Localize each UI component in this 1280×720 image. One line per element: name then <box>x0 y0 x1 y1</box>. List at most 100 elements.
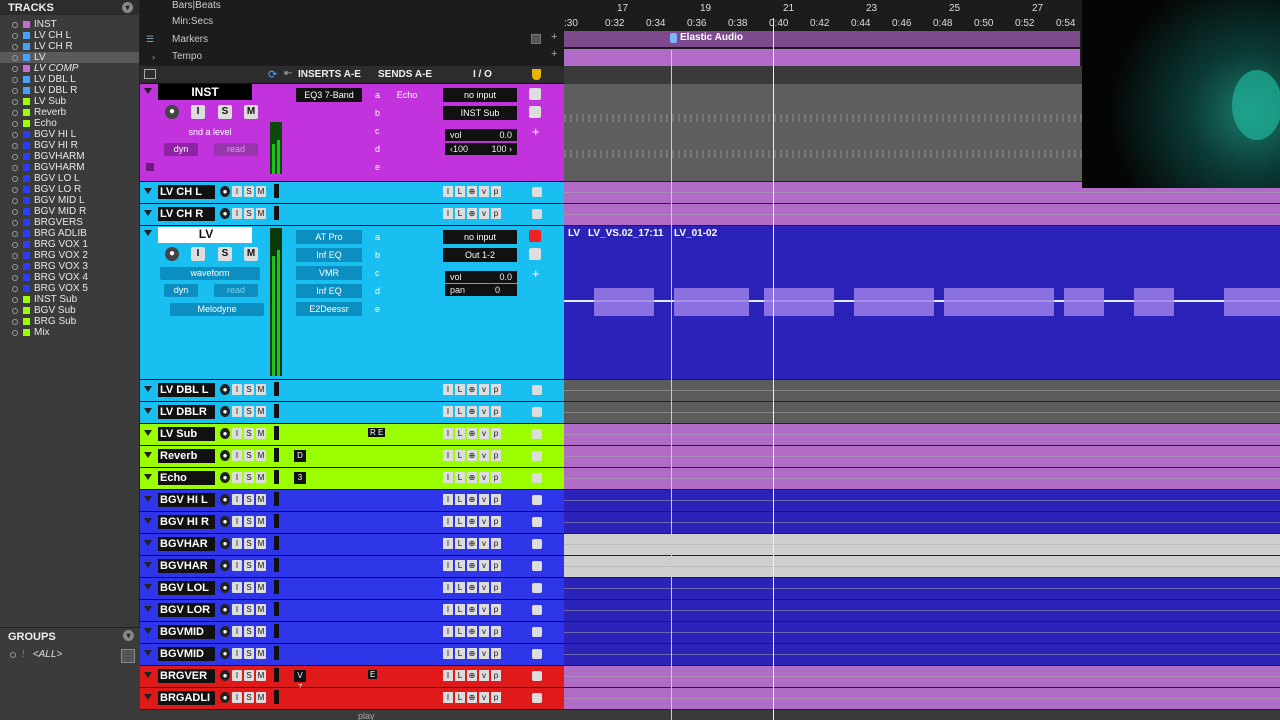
pan-mini[interactable]: ⊕ <box>467 538 477 549</box>
track-name[interactable]: LV CH R <box>158 207 215 221</box>
pan-mini[interactable]: ⊕ <box>467 186 477 197</box>
vol-mini[interactable]: v <box>479 648 489 659</box>
visibility-dot-icon[interactable] <box>12 208 18 215</box>
track-collapse-icon[interactable] <box>144 474 152 480</box>
track-name[interactable]: LV CH L <box>158 185 215 199</box>
track-collapse-icon[interactable] <box>144 606 152 612</box>
track-row[interactable]: BGV HI L ● I S M I L ⊕ v p <box>140 490 1280 512</box>
track-list-item[interactable]: BGV HI L <box>0 129 139 140</box>
insert-slot-a[interactable]: EQ3 7-Band <box>296 88 362 102</box>
track-name[interactable]: LV DBLR <box>158 405 215 419</box>
mute-button[interactable]: M <box>256 648 266 659</box>
automation-mode[interactable]: read <box>214 284 258 297</box>
output-window-icon[interactable] <box>532 517 542 527</box>
track-list-item[interactable]: BRG Sub <box>0 316 139 327</box>
track-name[interactable]: LV DBL L <box>158 383 215 397</box>
record-button[interactable]: ● <box>220 472 230 483</box>
pan-mini[interactable]: ⊕ <box>467 516 477 527</box>
input-mini[interactable]: I <box>443 604 453 615</box>
track-list-item[interactable]: BGV HI R <box>0 140 139 151</box>
solo-button[interactable]: S <box>244 538 254 549</box>
bus-mini[interactable]: L <box>455 428 465 439</box>
marker-label[interactable]: Elastic Audio <box>680 32 743 43</box>
record-button[interactable]: ● <box>220 384 230 395</box>
output-window-icon[interactable] <box>532 583 542 593</box>
mute-button[interactable]: M <box>256 494 266 505</box>
track-row[interactable]: BGV HI R ● I S M I L ⊕ v p <box>140 512 1280 534</box>
insert-mini[interactable]: 3 <box>294 472 306 484</box>
track-list-item[interactable]: BGVHARM <box>0 162 139 173</box>
visibility-dot-icon[interactable] <box>12 197 18 204</box>
volume-readout[interactable]: vol 0.0 <box>445 129 517 141</box>
input-monitor-button[interactable]: I <box>232 582 242 593</box>
track-list-item[interactable]: Reverb <box>0 107 139 118</box>
pan-mode-mini[interactable]: p <box>491 186 501 197</box>
input-monitor-button[interactable]: I <box>232 406 242 417</box>
mute-button[interactable]: M <box>256 186 266 197</box>
track-list-item[interactable]: BGV LO L <box>0 173 139 184</box>
track-row[interactable]: LV DBLR ● I S M I L ⊕ v p <box>140 402 1280 424</box>
insert-slot[interactable]: AT Pro <box>296 230 362 244</box>
plugin-selector[interactable]: Melodyne <box>170 303 264 316</box>
record-button[interactable]: ● <box>220 428 230 439</box>
pan-mode-mini[interactable]: p <box>491 626 501 637</box>
send-slot[interactable]: e <box>375 162 380 172</box>
vol-mini[interactable]: v <box>479 450 489 461</box>
track-collapse-icon[interactable] <box>144 408 152 414</box>
solo-button[interactable]: S <box>244 516 254 527</box>
clip-name[interactable]: LV_01-02 <box>674 228 717 239</box>
track-collapse-icon[interactable] <box>144 562 152 568</box>
grid-icon[interactable] <box>121 649 135 663</box>
send-name[interactable]: Echo <box>384 88 430 102</box>
send-slot-a[interactable]: a <box>375 90 380 100</box>
track-row[interactable]: LV DBL L ● I S M I L ⊕ v p <box>140 380 1280 402</box>
track-collapse-icon[interactable] <box>144 496 152 502</box>
track-name[interactable]: BGV HI L <box>158 493 215 507</box>
view-options-icon[interactable] <box>144 69 156 79</box>
track-list-item[interactable]: LV DBL L <box>0 74 139 85</box>
vol-mini[interactable]: v <box>479 626 489 637</box>
input-mini[interactable]: I <box>443 582 453 593</box>
send-slot[interactable]: b <box>375 108 380 118</box>
track-collapse-icon[interactable] <box>144 188 152 194</box>
pan-mini[interactable]: ⊕ <box>467 648 477 659</box>
visibility-dot-icon[interactable] <box>12 98 18 105</box>
visibility-dot-icon[interactable] <box>12 263 18 270</box>
track-collapse-icon[interactable] <box>144 230 152 236</box>
record-button[interactable]: ● <box>220 626 230 637</box>
input-mini[interactable]: I <box>443 208 453 219</box>
view-selector[interactable]: waveform <box>160 267 260 280</box>
vol-mini[interactable]: v <box>479 560 489 571</box>
pan-mini[interactable]: ⊕ <box>467 384 477 395</box>
vol-mini[interactable]: v <box>479 384 489 395</box>
bus-mini[interactable]: L <box>455 406 465 417</box>
sync-icon[interactable]: ⟳ <box>268 68 277 81</box>
input-monitor-button[interactable]: I <box>232 384 242 395</box>
insert-mini[interactable]: V 7 <box>294 670 306 688</box>
input-mini[interactable]: I <box>443 516 453 527</box>
input-monitor-button[interactable]: I <box>232 604 242 615</box>
vol-mini[interactable]: v <box>479 538 489 549</box>
pan-mode-mini[interactable]: p <box>491 648 501 659</box>
input-monitor-button[interactable]: I <box>232 648 242 659</box>
insert-slot[interactable]: Inf EQ <box>296 284 362 298</box>
record-button[interactable]: ● <box>165 247 179 261</box>
record-button[interactable]: ● <box>220 670 230 681</box>
record-button[interactable]: ● <box>220 692 230 703</box>
track-collapse-icon[interactable] <box>144 540 152 546</box>
ruler-bars-beats[interactable]: Bars|Beats <box>172 0 221 11</box>
track-list-item[interactable]: INST <box>0 19 139 30</box>
track-name[interactable]: LV <box>158 227 252 243</box>
bus-mini[interactable]: L <box>455 538 465 549</box>
clip-name[interactable]: LV_VS.02_17:11 <box>588 228 663 239</box>
input-mini[interactable]: I <box>443 560 453 571</box>
track-row[interactable]: BRGADLI ● I S M I L ⊕ v p <box>140 688 1280 710</box>
ruler-tempo[interactable]: Tempo <box>172 51 202 62</box>
track-list-item[interactable]: Echo <box>0 118 139 129</box>
track-list-item[interactable]: BGV Sub <box>0 305 139 316</box>
output-window-icon[interactable] <box>532 649 542 659</box>
track-list-item[interactable]: BGV LO R <box>0 184 139 195</box>
vol-mini[interactable]: v <box>479 494 489 505</box>
input-monitor-button[interactable]: I <box>232 450 242 461</box>
io-header[interactable]: I / O <box>473 69 492 80</box>
